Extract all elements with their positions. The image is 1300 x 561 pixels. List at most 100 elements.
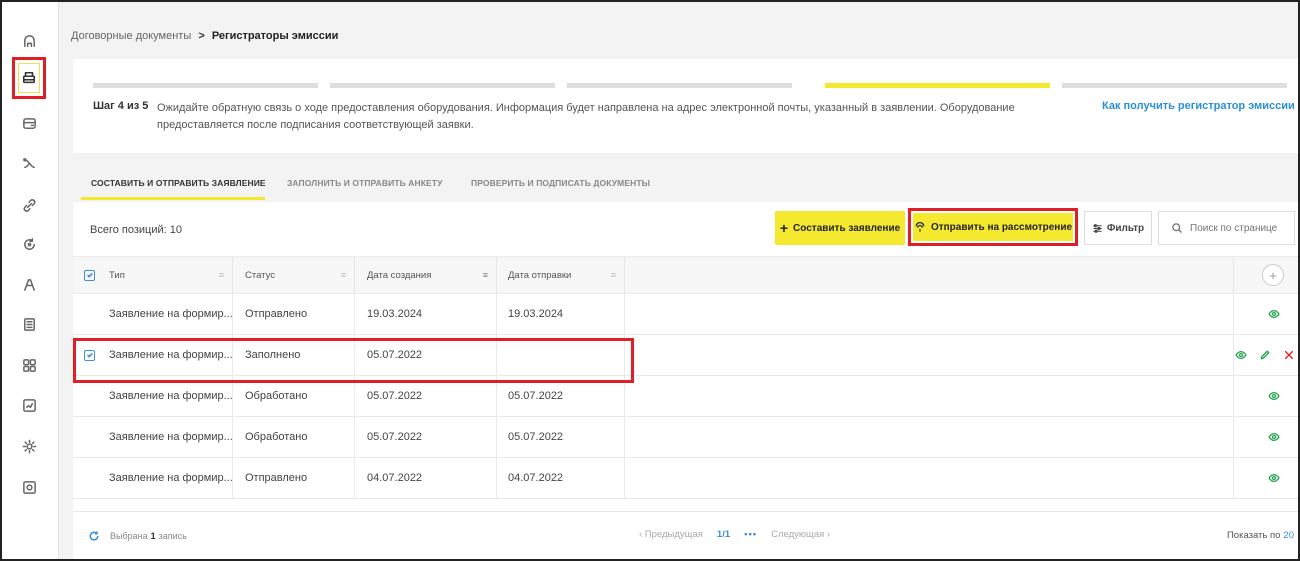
table-row[interactable]: Заявление на формир... Обработано 05.07.… — [73, 376, 1298, 417]
add-column-button[interactable]: + — [1262, 264, 1284, 286]
cell-status: Отправлено — [233, 458, 355, 498]
step-5-bar — [1062, 83, 1287, 88]
breadcrumb-parent[interactable]: Договорные документы — [71, 30, 191, 42]
cell-sent — [497, 335, 625, 375]
create-application-button[interactable]: + Составить заявление — [775, 211, 905, 245]
refresh-icon[interactable] — [88, 530, 100, 542]
main-content: Договорные документы > Регистраторы эмис… — [59, 2, 1300, 559]
sidebar-item-reports[interactable] — [16, 392, 42, 418]
send-for-review-button[interactable]: Отправить на рассмотрение — [913, 213, 1073, 241]
sidebar-item-home[interactable] — [16, 28, 42, 54]
page-size: Показать по 20 — [1227, 530, 1294, 541]
column-header-type-label: Тип — [109, 269, 125, 281]
sidebar-item-refresh[interactable] — [16, 231, 42, 257]
search-box[interactable] — [1158, 211, 1295, 245]
sort-icon[interactable]: ≡ — [341, 270, 346, 280]
column-header-type[interactable]: Тип ≡ — [95, 257, 233, 293]
more-pages-button[interactable]: ••• — [744, 529, 757, 540]
cell-type: Заявление на формир... — [95, 417, 233, 457]
row-divider — [1233, 458, 1234, 498]
link-icon — [23, 198, 35, 212]
tab-compose-application[interactable]: СОСТАВИТЬ И ОТПРАВИТЬ ЗАЯВЛЕНИЕ — [91, 178, 266, 188]
sidebar-item-user[interactable] — [16, 271, 42, 297]
column-header-created-label: Дата создания — [367, 269, 432, 281]
table-row[interactable]: Заявление на формир... Отправлено 19.03.… — [73, 294, 1298, 335]
table-card: Всего позиций: 10 + Составить заявление … — [73, 202, 1298, 559]
prev-page-button[interactable]: ‹ Предыдущая — [639, 529, 703, 540]
breadcrumb: Договорные документы > Регистраторы эмис… — [71, 30, 338, 42]
sidebar-item-archive[interactable] — [16, 474, 42, 500]
tab-fill-questionnaire[interactable]: ЗАПОЛНИТЬ И ОТПРАВИТЬ АНКЕТУ — [287, 178, 443, 188]
view-icon[interactable] — [1234, 348, 1248, 362]
user-icon — [23, 278, 35, 291]
cell-status: Заполнено — [233, 335, 355, 375]
page-size-label: Показать по — [1226, 530, 1281, 541]
view-icon[interactable] — [1267, 471, 1281, 485]
cell-created: 04.07.2022 — [355, 458, 497, 498]
table-row-selected[interactable]: Заявление на формир... Заполнено 05.07.2… — [73, 335, 1298, 376]
cell-type: Заявление на формир... — [95, 376, 233, 416]
view-icon[interactable] — [1267, 430, 1281, 444]
row-checkbox[interactable] — [84, 349, 95, 361]
tabs: СОСТАВИТЬ И ОТПРАВИТЬ ЗАЯВЛЕНИЕ ЗАПОЛНИТ… — [73, 160, 1298, 200]
select-all-cell[interactable] — [73, 257, 95, 293]
breadcrumb-separator: > — [198, 30, 205, 42]
sort-icon[interactable]: ≡ — [219, 270, 224, 280]
search-input[interactable] — [1190, 222, 1290, 234]
sidebar-item-documents[interactable] — [16, 311, 42, 337]
cell-created: 19.03.2024 — [355, 294, 497, 334]
step-3-bar — [567, 83, 792, 88]
tab-sign-documents[interactable]: ПРОВЕРИТЬ И ПОДПИСАТЬ ДОКУМЕНТЫ — [471, 178, 650, 188]
sidebar-item-emission-registrars[interactable] — [12, 57, 46, 99]
column-header-status-label: Статус — [245, 269, 276, 281]
refresh-icon — [23, 237, 35, 250]
filter-icon — [1093, 223, 1102, 233]
sidebar-item-settings[interactable] — [16, 433, 42, 459]
edit-icon[interactable] — [1258, 348, 1272, 362]
check-icon — [86, 272, 93, 278]
send-for-review-label: Отправить на рассмотрение — [930, 221, 1073, 233]
pagination: ‹ Предыдущая 1/1 ••• Следующая › — [639, 529, 830, 540]
row-checkbox-cell[interactable] — [73, 335, 95, 375]
how-to-get-link[interactable]: Как получить регистратор эмиссии — [1102, 100, 1295, 112]
row-divider — [1233, 294, 1234, 334]
row-actions — [1234, 335, 1298, 375]
table-header: Тип ≡ Статус ≡ Дата создания ≡ Дата отправк… — [73, 256, 1298, 294]
column-header-status[interactable]: Статус ≡ — [233, 257, 355, 293]
select-all-checkbox[interactable] — [84, 269, 95, 281]
sort-icon[interactable]: ≡ — [483, 270, 488, 280]
sidebar-item-partners[interactable] — [16, 150, 42, 176]
sidebar-item-links[interactable] — [16, 192, 42, 218]
send-highlight-frame: Отправить на рассмотрение — [908, 208, 1078, 246]
wallet-icon — [22, 117, 36, 129]
page-size-select[interactable]: 20 — [1283, 530, 1294, 541]
cell-sent: 05.07.2022 — [497, 417, 625, 457]
table-row[interactable]: Заявление на формир... Отправлено 04.07.… — [73, 458, 1298, 499]
cell-status: Обработано — [233, 376, 355, 416]
stepper-card: Шаг 4 из 5 Ожидайте обратную связь о ход… — [73, 59, 1298, 153]
step-1-bar — [93, 83, 318, 88]
cell-status: Отправлено — [233, 294, 355, 334]
delete-icon[interactable] — [1282, 348, 1296, 362]
view-icon[interactable] — [1267, 389, 1281, 403]
table-row[interactable]: Заявление на формир... Обработано 05.07.… — [73, 417, 1298, 458]
sidebar-item-wallet[interactable] — [16, 110, 42, 136]
sort-icon[interactable]: ≡ — [611, 270, 616, 280]
next-page-button[interactable]: Следующая › — [771, 529, 830, 540]
page-indicator: 1/1 — [716, 529, 731, 540]
row-divider — [1233, 417, 1234, 457]
cell-created: 05.07.2022 — [355, 376, 497, 416]
breadcrumb-current: Регистраторы эмиссии — [211, 30, 339, 42]
filter-button[interactable]: Фильтр — [1084, 211, 1152, 245]
column-header-sent[interactable]: Дата отправки ≡ — [497, 257, 625, 293]
sidebar-item-grid[interactable] — [16, 352, 42, 378]
selected-count: 1 — [150, 531, 156, 541]
send-icon — [915, 221, 925, 232]
view-icon[interactable] — [1267, 307, 1281, 321]
sidebar — [2, 2, 59, 559]
step-2-bar — [330, 83, 555, 88]
column-header-created[interactable]: Дата создания ≡ — [355, 257, 497, 293]
cell-type: Заявление на формир... — [95, 335, 233, 375]
row-divider — [1233, 376, 1234, 416]
selected-suffix: запись — [158, 531, 187, 541]
